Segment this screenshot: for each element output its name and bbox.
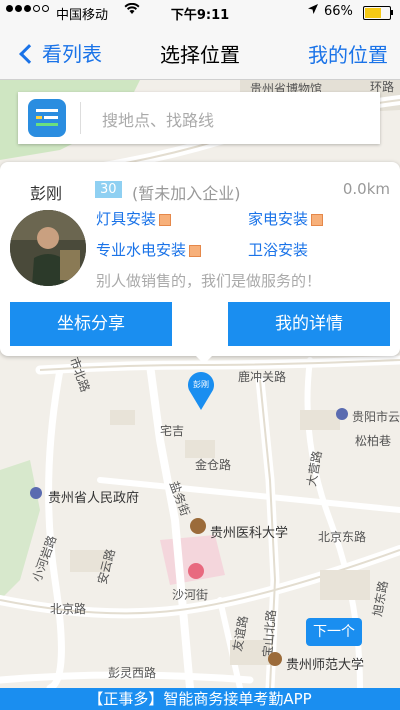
poi-beijing-east: 北京东路	[318, 530, 367, 544]
poi-shahe-street: 沙河街	[172, 588, 209, 602]
poi-penglin-road: 彭灵西路	[108, 666, 157, 680]
school-marker-icon	[268, 652, 282, 666]
back-button[interactable]: 看列表	[19, 38, 102, 67]
chevron-left-icon	[19, 43, 39, 64]
poi-marker-icon	[336, 408, 348, 420]
location-arrow-icon	[307, 3, 319, 18]
service-tag-lighting[interactable]: 灯具安装	[96, 208, 172, 229]
nav-bar: 看列表 选择位置 我的位置	[0, 24, 400, 80]
search-input[interactable]: 搜地点、找路线	[102, 107, 214, 131]
service-tag-plumbing[interactable]: 专业水电安装	[96, 239, 202, 260]
poi-medical-univ[interactable]: 贵州医科大学	[210, 522, 288, 541]
pin-label: 彭刚	[193, 380, 209, 389]
tag-icon	[311, 213, 324, 226]
user-info-popup: 彭刚 30 (暂未加入企业) 0.0km 灯具安装 家电安装 专业水电安装 卫浴…	[0, 162, 400, 356]
hospital-marker-icon	[188, 563, 204, 579]
promo-banner[interactable]: 【正事多】智能商务接单考勤APP	[0, 688, 400, 710]
app-logo-icon	[28, 99, 66, 137]
search-divider	[80, 102, 81, 134]
search-bar[interactable]: 搜地点、找路线	[18, 92, 380, 144]
university-marker-icon	[190, 518, 206, 534]
battery-icon	[363, 6, 391, 20]
poi-jincang-road: 金仓路	[195, 458, 232, 472]
slogan: 别人做销售的，我们是做服务的！	[96, 272, 322, 290]
avatar[interactable]	[10, 210, 86, 286]
battery-percent: 66%	[324, 4, 353, 19]
tag-icon	[159, 213, 172, 226]
battery-tip	[391, 10, 393, 15]
poi-zhaiji: 宅吉	[160, 424, 185, 438]
popup-pointer	[190, 350, 218, 364]
poi-beijing-road: 北京路	[50, 602, 87, 616]
user-name: 彭刚	[30, 184, 63, 203]
poi-songbai: 松柏巷	[355, 434, 392, 448]
status-bar: 中国移动 下午9:11 66%	[0, 0, 400, 24]
poi-normal-univ[interactable]: 贵州师范大学	[286, 654, 364, 673]
service-tag-bathroom[interactable]: 卫浴安装	[248, 239, 308, 260]
share-location-button[interactable]: 坐标分享	[10, 302, 172, 346]
gov-marker-icon	[30, 487, 42, 499]
poi-guiyang[interactable]: 贵阳市云	[352, 408, 400, 425]
distance-label: 0.0km	[342, 180, 390, 198]
score-badge: 30	[95, 181, 122, 198]
poi-gov[interactable]: 贵州省人民政府	[48, 487, 139, 506]
company-status: (暂未加入企业)	[132, 184, 241, 203]
next-button[interactable]: 下一个	[306, 618, 362, 646]
service-tag-appliance[interactable]: 家电安装	[248, 208, 324, 229]
back-label: 看列表	[42, 42, 102, 66]
location-pin-icon[interactable]: 彭刚	[186, 370, 216, 410]
poi-luchong-road: 鹿冲关路	[238, 370, 287, 384]
tag-icon	[189, 244, 202, 257]
my-location-button[interactable]: 我的位置	[308, 39, 388, 68]
my-details-button[interactable]: 我的详情	[228, 302, 390, 346]
